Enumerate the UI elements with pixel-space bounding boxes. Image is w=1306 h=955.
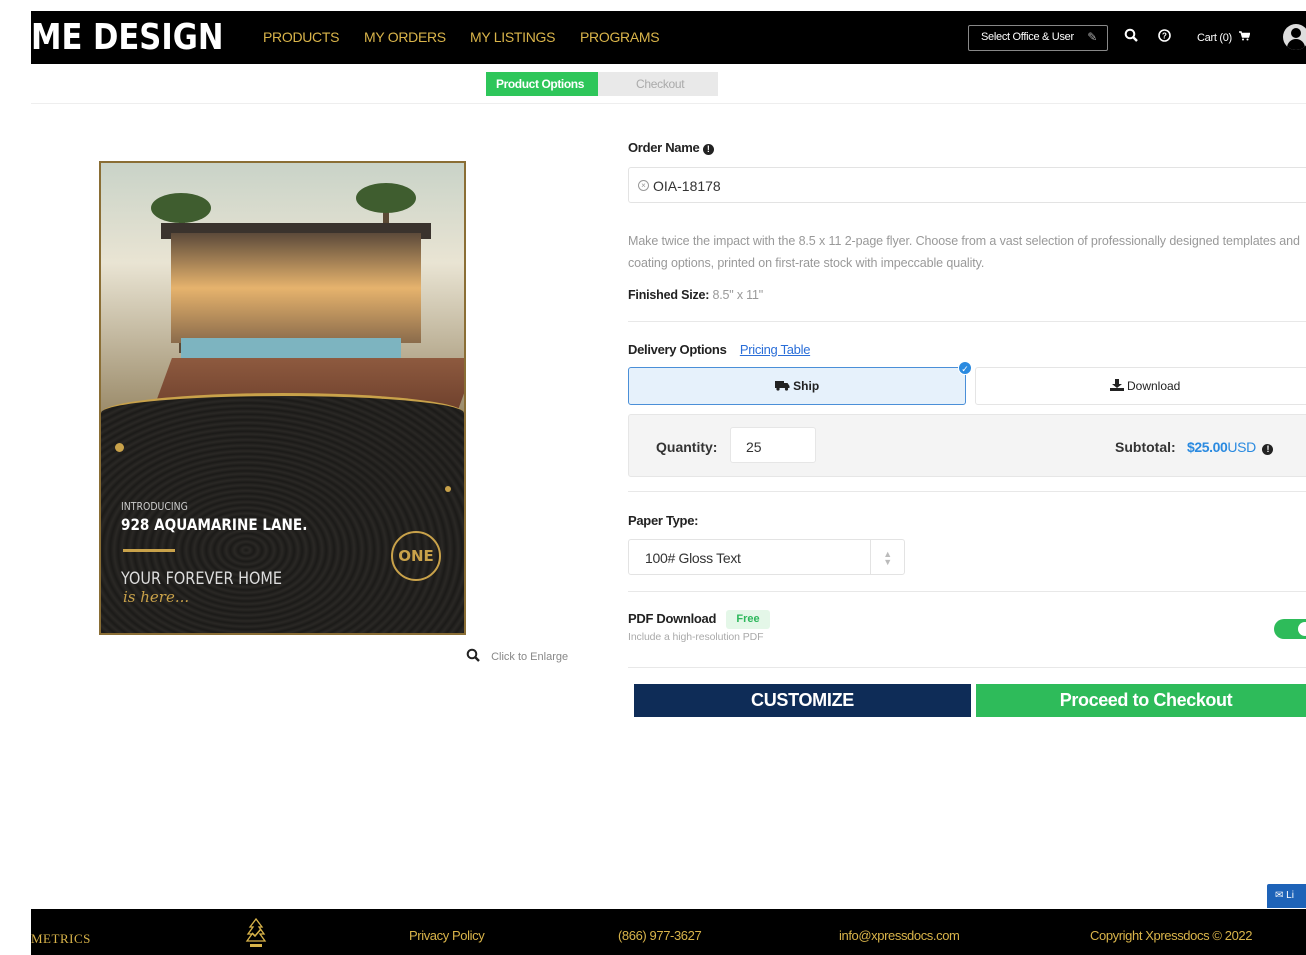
section-divider	[628, 591, 1306, 592]
delivery-download-option[interactable]: Download	[975, 367, 1306, 405]
paper-type-value: 100# Gloss Text	[645, 550, 741, 566]
cart-link[interactable]: Cart (0)	[1197, 31, 1251, 44]
quantity-label: Quantity:	[656, 439, 718, 455]
step-checkout[interactable]: Checkout	[598, 72, 718, 96]
pdf-download-toggle[interactable]	[1274, 619, 1306, 639]
chat-icon: ✉	[1275, 890, 1284, 901]
palm-leaves	[356, 183, 416, 213]
flyer-address: 928 AQUAMARINE LANE.	[121, 515, 308, 534]
proceed-to-checkout-button[interactable]: Proceed to Checkout	[976, 684, 1306, 717]
pdf-download-label: PDF Download	[628, 611, 717, 626]
step-product-options[interactable]: Product Options	[486, 72, 610, 96]
search-icon	[466, 648, 480, 666]
delivery-options-text: Delivery Options	[628, 342, 727, 357]
footer-phone[interactable]: (866) 977-3627	[618, 928, 702, 943]
live-chat-tab[interactable]: ✉ Li	[1267, 884, 1306, 908]
order-name-label: Order Name !	[628, 140, 714, 155]
brand-logo[interactable]: ME DESIGN	[31, 17, 223, 58]
fsc-logo-icon	[243, 917, 269, 949]
free-badge: Free	[726, 610, 770, 629]
order-name-input[interactable]: × OIA-18178	[628, 167, 1306, 203]
privacy-policy-link[interactable]: Privacy Policy	[409, 928, 485, 943]
cart-label: Cart (0)	[1197, 32, 1232, 44]
check-icon: ✓	[958, 361, 972, 375]
flyer-preview-image[interactable]: INTRODUCING 928 AQUAMARINE LANE. YOUR FO…	[99, 161, 466, 635]
flyer-script: is here...	[123, 588, 190, 606]
subtotal-label-text: Subtotal:	[1115, 439, 1176, 455]
info-icon[interactable]: !	[702, 144, 714, 155]
flyer-intro-text: INTRODUCING	[121, 500, 188, 513]
nav-my-listings[interactable]: MY LISTINGS	[470, 29, 555, 45]
gold-divider	[123, 549, 175, 552]
finished-size-label: Finished Size:	[628, 288, 710, 302]
subtotal-amount: $25.00	[1187, 439, 1228, 455]
search-icon[interactable]	[1124, 28, 1138, 46]
footer: METRICS Privacy Policy (866) 977-3627 in…	[31, 909, 1306, 955]
delivery-options-label: Delivery Options Pricing Table	[628, 342, 810, 357]
flyer-tagline: YOUR FOREVER HOME	[121, 569, 282, 589]
click-to-enlarge[interactable]: Click to Enlarge	[466, 648, 568, 666]
ship-label: Ship	[793, 379, 820, 393]
select-arrows-icon: ▲ ▼	[870, 540, 904, 574]
chat-label: Li	[1286, 890, 1294, 901]
top-navbar: ME DESIGN PRODUCTS MY ORDERS MY LISTINGS…	[31, 11, 1306, 64]
footer-copyright: Copyright Xpressdocs © 2022	[1090, 928, 1253, 943]
nav-my-orders[interactable]: MY ORDERS	[364, 29, 446, 45]
section-divider	[628, 491, 1306, 492]
house-photo	[171, 233, 421, 343]
enlarge-label: Click to Enlarge	[491, 651, 569, 663]
download-label: Download	[1126, 379, 1181, 393]
footer-email[interactable]: info@xpressdocs.com	[839, 928, 960, 943]
subtotal-value: $25.00USD !	[1187, 439, 1274, 455]
subtotal-currency: USD	[1227, 439, 1256, 455]
truck-icon	[774, 379, 793, 393]
nav-programs[interactable]: PROGRAMS	[580, 29, 660, 45]
quantity-input[interactable]: 25	[730, 427, 816, 463]
one-logo: ONE	[391, 531, 441, 581]
user-avatar-icon[interactable]	[1283, 24, 1306, 50]
subtotal-label: Subtotal:	[1115, 439, 1176, 455]
select-office-user-button[interactable]: Select Office & User ✎	[968, 25, 1108, 51]
section-divider	[628, 667, 1306, 668]
nav-products[interactable]: PRODUCTS	[263, 29, 339, 45]
help-icon[interactable]: ?	[1158, 29, 1171, 46]
customize-button[interactable]: CUSTOMIZE	[634, 684, 971, 717]
info-icon[interactable]: !	[1262, 444, 1274, 455]
gold-dot	[445, 486, 451, 492]
gold-dot	[115, 443, 124, 452]
pdf-download-subtext: Include a high-resolution PDF	[628, 631, 764, 643]
delivery-ship-option[interactable]: Ship	[628, 367, 966, 405]
download-icon	[1109, 379, 1127, 393]
pricing-table-link[interactable]: Pricing Table	[740, 342, 811, 357]
order-name-text: Order Name	[628, 140, 700, 155]
svg-text:?: ?	[1162, 32, 1167, 41]
pencil-icon: ✎	[1087, 30, 1097, 44]
palm-leaves	[151, 193, 211, 223]
quantity-panel: Quantity: 25 Subtotal: $25.00USD !	[628, 414, 1306, 477]
paper-type-label: Paper Type:	[628, 513, 699, 528]
clear-icon[interactable]: ×	[638, 180, 649, 191]
finished-size: Finished Size: 8.5" x 11"	[628, 288, 763, 302]
footer-metrics-logo: METRICS	[31, 931, 91, 946]
cart-icon	[1238, 31, 1251, 44]
header-divider	[31, 103, 1306, 104]
order-name-value: OIA-18178	[653, 178, 721, 194]
paper-type-select[interactable]: 100# Gloss Text ▲ ▼	[628, 539, 905, 575]
finished-size-value: 8.5" x 11"	[712, 288, 764, 302]
product-description: Make twice the impact with the 8.5 x 11 …	[628, 234, 1300, 270]
select-office-label: Select Office & User	[981, 31, 1074, 43]
section-divider	[628, 321, 1306, 322]
